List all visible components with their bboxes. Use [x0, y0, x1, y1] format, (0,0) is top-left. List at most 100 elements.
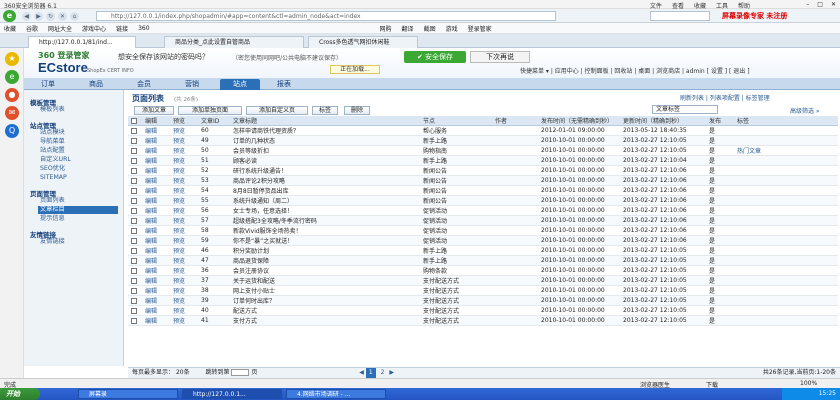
tag-button[interactable]: 标签 [312, 106, 338, 115]
edit-link[interactable]: 编辑 [142, 155, 170, 166]
row-checkbox[interactable] [128, 205, 142, 216]
row-checkbox[interactable] [128, 135, 142, 146]
add-article-button[interactable]: 添加文章 [134, 106, 174, 115]
preview-link[interactable]: 预览 [170, 235, 198, 246]
row-checkbox[interactable] [128, 235, 142, 246]
preview-link[interactable]: 预览 [170, 285, 198, 296]
row-checkbox[interactable] [128, 195, 142, 206]
preview-link[interactable]: 预览 [170, 245, 198, 256]
preview-link[interactable]: 预览 [170, 215, 198, 226]
fav-item[interactable]: 360 [138, 25, 149, 32]
preview-link[interactable]: 预览 [170, 265, 198, 276]
close-icon[interactable]: ✕ [831, 1, 836, 8]
left-nav-item[interactable]: 页面列表 [40, 197, 120, 205]
advanced-search-link[interactable]: 高级筛选 » [790, 106, 820, 115]
preview-link[interactable]: 预览 [170, 155, 198, 166]
row-checkbox[interactable] [128, 225, 142, 236]
preview-link[interactable]: 预览 [170, 145, 198, 156]
task-doc[interactable]: 4.网络市场调研 - ... [286, 389, 386, 399]
select-all-checkbox[interactable] [128, 116, 142, 126]
status-zoom[interactable]: 100% [800, 380, 817, 387]
back-icon[interactable]: ◀ [22, 12, 31, 21]
column-header[interactable]: 发布时间（无需精确到秒） [538, 116, 620, 126]
row-checkbox[interactable] [128, 185, 142, 196]
row-checkbox[interactable] [128, 275, 142, 286]
tab-product[interactable]: Cross多色透气网扣休闲鞋 [308, 36, 418, 48]
row-checkbox[interactable] [128, 295, 142, 306]
edit-link[interactable]: 编辑 [142, 315, 170, 326]
minimize-icon[interactable]: – [806, 1, 809, 8]
edit-link[interactable]: 编辑 [142, 225, 170, 236]
left-nav-item[interactable]: SITEMAP [40, 174, 120, 182]
tab-category[interactable]: 商品分类_点此设置自管商品 [164, 36, 304, 48]
column-header[interactable]: 发布 [706, 116, 734, 126]
later-button[interactable]: 下次再说 [470, 51, 530, 63]
edit-link[interactable]: 编辑 [142, 135, 170, 146]
home-icon[interactable]: ⌂ [70, 12, 79, 21]
row-checkbox[interactable] [128, 175, 142, 186]
page-2[interactable]: 2 [378, 369, 388, 376]
edit-link[interactable]: 编辑 [142, 255, 170, 266]
column-header[interactable]: 标签 [734, 116, 838, 126]
fav-item[interactable]: 链接 [116, 24, 128, 33]
maximize-icon[interactable]: □ [817, 1, 823, 8]
fav-item[interactable]: 游戏 [446, 24, 458, 33]
edit-link[interactable]: 编辑 [142, 125, 170, 136]
nav-site[interactable]: 站点 [220, 79, 260, 90]
row-checkbox[interactable] [128, 285, 142, 296]
row-checkbox[interactable] [128, 165, 142, 176]
row-checkbox[interactable] [128, 255, 142, 266]
add-custom-page-button[interactable]: 添加自定义页 [246, 106, 308, 115]
per-page-select[interactable]: 20条 [176, 369, 190, 376]
edit-link[interactable]: 编辑 [142, 205, 170, 216]
app-icon[interactable]: e [5, 70, 19, 84]
fav-item[interactable]: 网址大全 [48, 24, 72, 33]
column-header[interactable]: 节点 [420, 116, 492, 126]
fav-item[interactable]: 收藏 [4, 24, 16, 33]
preview-link[interactable]: 预览 [170, 125, 198, 136]
edit-link[interactable]: 编辑 [142, 265, 170, 276]
fav-item[interactable]: 截图 [424, 24, 436, 33]
qq-icon[interactable]: Q [5, 124, 19, 138]
jump-page-input[interactable] [231, 369, 250, 376]
edit-link[interactable]: 编辑 [142, 145, 170, 156]
edit-link[interactable]: 编辑 [142, 245, 170, 256]
column-header[interactable]: 更新时间（精确到秒） [620, 116, 706, 126]
left-nav-item[interactable]: 自定义URL [40, 156, 120, 164]
row-checkbox[interactable] [128, 215, 142, 226]
nav-reports[interactable]: 报表 [264, 79, 304, 90]
label-select[interactable]: 文章标签 [652, 105, 718, 114]
weibo-icon[interactable]: ● [5, 88, 19, 102]
nav-goods[interactable]: 商品 [76, 79, 116, 90]
add-single-page-button[interactable]: 添加单独页面 [178, 106, 242, 115]
column-header[interactable]: 文章ID [198, 116, 230, 126]
row-checkbox[interactable] [128, 315, 142, 326]
row-checkbox[interactable] [128, 265, 142, 276]
nav-marketing[interactable]: 营销 [172, 79, 212, 90]
preview-link[interactable]: 预览 [170, 165, 198, 176]
column-header[interactable]: 作者 [492, 116, 538, 126]
preview-link[interactable]: 预览 [170, 255, 198, 266]
preview-link[interactable]: 预览 [170, 225, 198, 236]
edit-link[interactable]: 编辑 [142, 275, 170, 286]
preview-link[interactable]: 预览 [170, 205, 198, 216]
save-password-button[interactable]: ✔ 安全保存 [404, 51, 466, 63]
left-nav-item[interactable]: 提示信息 [40, 215, 120, 223]
fav-item[interactable]: 登录管家 [468, 24, 492, 33]
left-nav-item[interactable]: 导航菜单 [40, 138, 120, 146]
fav-item[interactable]: 翻译 [402, 24, 414, 33]
left-nav-item[interactable]: SEO优化 [40, 165, 120, 173]
left-nav-item[interactable]: 站点模块 [40, 129, 120, 137]
row-checkbox[interactable] [128, 145, 142, 156]
edit-link[interactable]: 编辑 [142, 305, 170, 316]
nav-orders[interactable]: 订单 [28, 79, 68, 90]
forward-icon[interactable]: ▶ [34, 12, 43, 21]
edit-link[interactable]: 编辑 [142, 285, 170, 296]
edit-link[interactable]: 编辑 [142, 175, 170, 186]
next-page-icon[interactable]: ▶ [389, 369, 394, 376]
preview-link[interactable]: 预览 [170, 315, 198, 326]
start-button[interactable]: 开始 [0, 388, 40, 400]
fav-item[interactable]: 游戏中心 [82, 24, 106, 33]
prev-page-icon[interactable]: ◀ [359, 369, 364, 376]
left-nav-item-active[interactable]: 文章栏目 [38, 206, 118, 214]
